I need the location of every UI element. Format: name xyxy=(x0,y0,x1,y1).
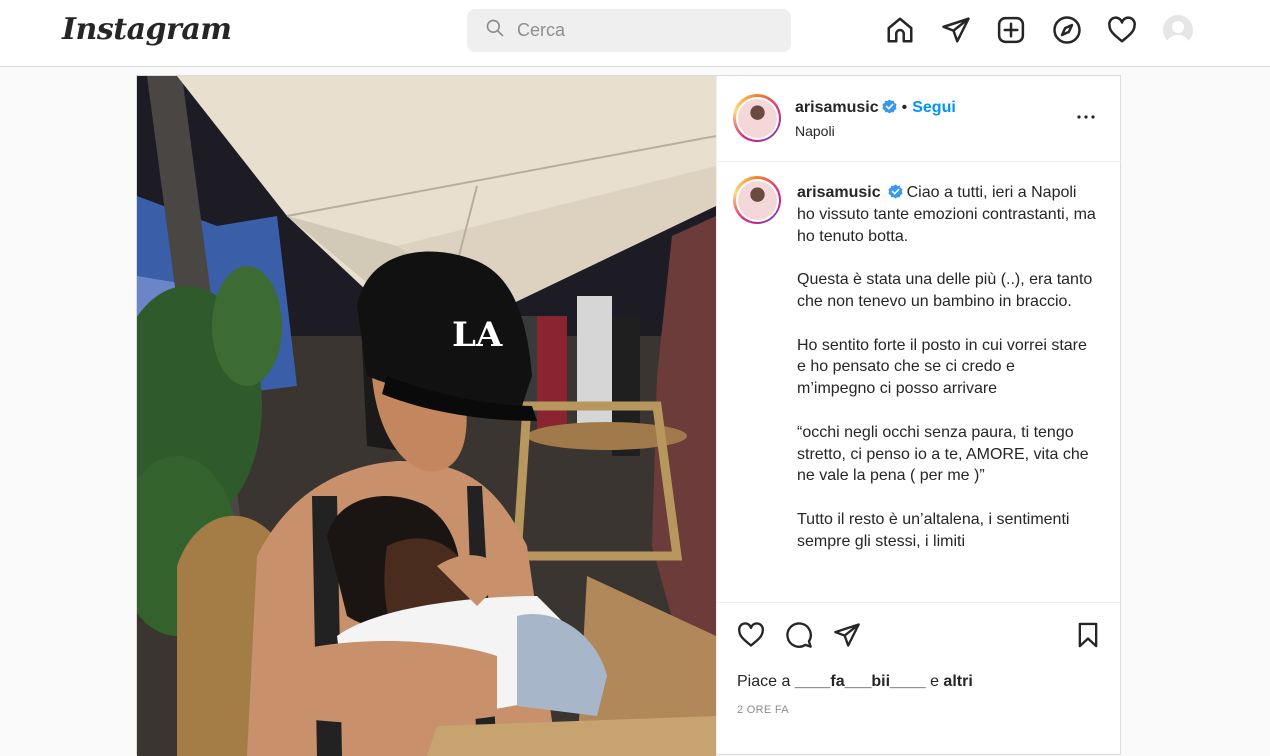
svg-text:LA: LA xyxy=(452,315,503,355)
bookmark-icon[interactable] xyxy=(1072,619,1104,651)
verified-badge-icon xyxy=(882,99,897,114)
comment-icon[interactable] xyxy=(783,619,815,651)
post-header: arisamusic • Segui Napoli xyxy=(717,76,1121,162)
share-icon[interactable] xyxy=(831,619,863,651)
search-input[interactable] xyxy=(517,20,777,41)
post-photo[interactable]: LA xyxy=(137,76,716,756)
more-options-icon[interactable] xyxy=(1073,104,1099,130)
author-line: arisamusic • Segui xyxy=(795,99,956,117)
activity-heart-icon[interactable] xyxy=(1106,14,1138,46)
author-avatar[interactable] xyxy=(733,94,781,142)
nav-icons xyxy=(884,14,1217,46)
likes-summary: Piace a ____fa___bii____ e altri xyxy=(737,673,973,691)
caption-text: arisamusic Ciao a tutti, ieri a Napoli ho… xyxy=(797,182,1097,574)
author-username[interactable]: arisamusic xyxy=(795,99,879,116)
new-post-icon[interactable] xyxy=(995,14,1027,46)
post-card: LA arisamusic • Segui Napoli arisamusic … xyxy=(136,75,1122,756)
explore-icon[interactable] xyxy=(1051,14,1083,46)
search-box[interactable] xyxy=(467,9,791,52)
likes-connector: e xyxy=(930,673,939,690)
follow-button[interactable]: Segui xyxy=(912,99,956,116)
direct-icon[interactable] xyxy=(940,14,972,46)
post-timestamp[interactable]: 2 ORE FA xyxy=(737,704,789,716)
likes-others-link[interactable]: altri xyxy=(943,673,972,690)
post-caption: arisamusic Ciao a tutti, ieri a Napoli ho… xyxy=(717,162,1122,602)
caption-paragraph-2: Questa è stata una delle più (..), era t… xyxy=(797,271,1093,310)
verified-badge-icon xyxy=(888,184,903,199)
separator-dot: • xyxy=(901,99,908,116)
post-actions: Piace a ____fa___bii____ e altri 2 ORE F… xyxy=(717,602,1122,756)
home-icon[interactable] xyxy=(884,14,916,46)
search-icon xyxy=(485,18,505,43)
caption-paragraph-4: “occhi negli occhi senza paura, ti tengo… xyxy=(797,423,1089,485)
caption-paragraph-5: Tutto il resto è un’altalena, i sentimen… xyxy=(797,510,1070,550)
top-navigation-bar: Instagram xyxy=(0,0,1270,67)
likes-user-link[interactable]: ____fa___bii____ xyxy=(795,673,926,690)
caption-paragraph: arisamusic Ciao a tutti, ieri a Napoli ho… xyxy=(797,182,1097,247)
caption-avatar[interactable] xyxy=(733,176,781,224)
instagram-logo[interactable]: Instagram xyxy=(62,12,232,47)
caption-paragraph-3: Ho sentito forte il posto in cui vorrei … xyxy=(797,336,1087,398)
post-location[interactable]: Napoli xyxy=(795,123,835,139)
post-sidebar: arisamusic • Segui Napoli arisamusic Ciao a… xyxy=(716,76,1122,756)
like-heart-icon[interactable] xyxy=(735,619,767,651)
likes-prefix: Piace a xyxy=(737,673,791,690)
profile-avatar[interactable] xyxy=(1162,14,1194,46)
caption-username[interactable]: arisamusic xyxy=(797,184,881,201)
action-buttons xyxy=(735,619,879,651)
